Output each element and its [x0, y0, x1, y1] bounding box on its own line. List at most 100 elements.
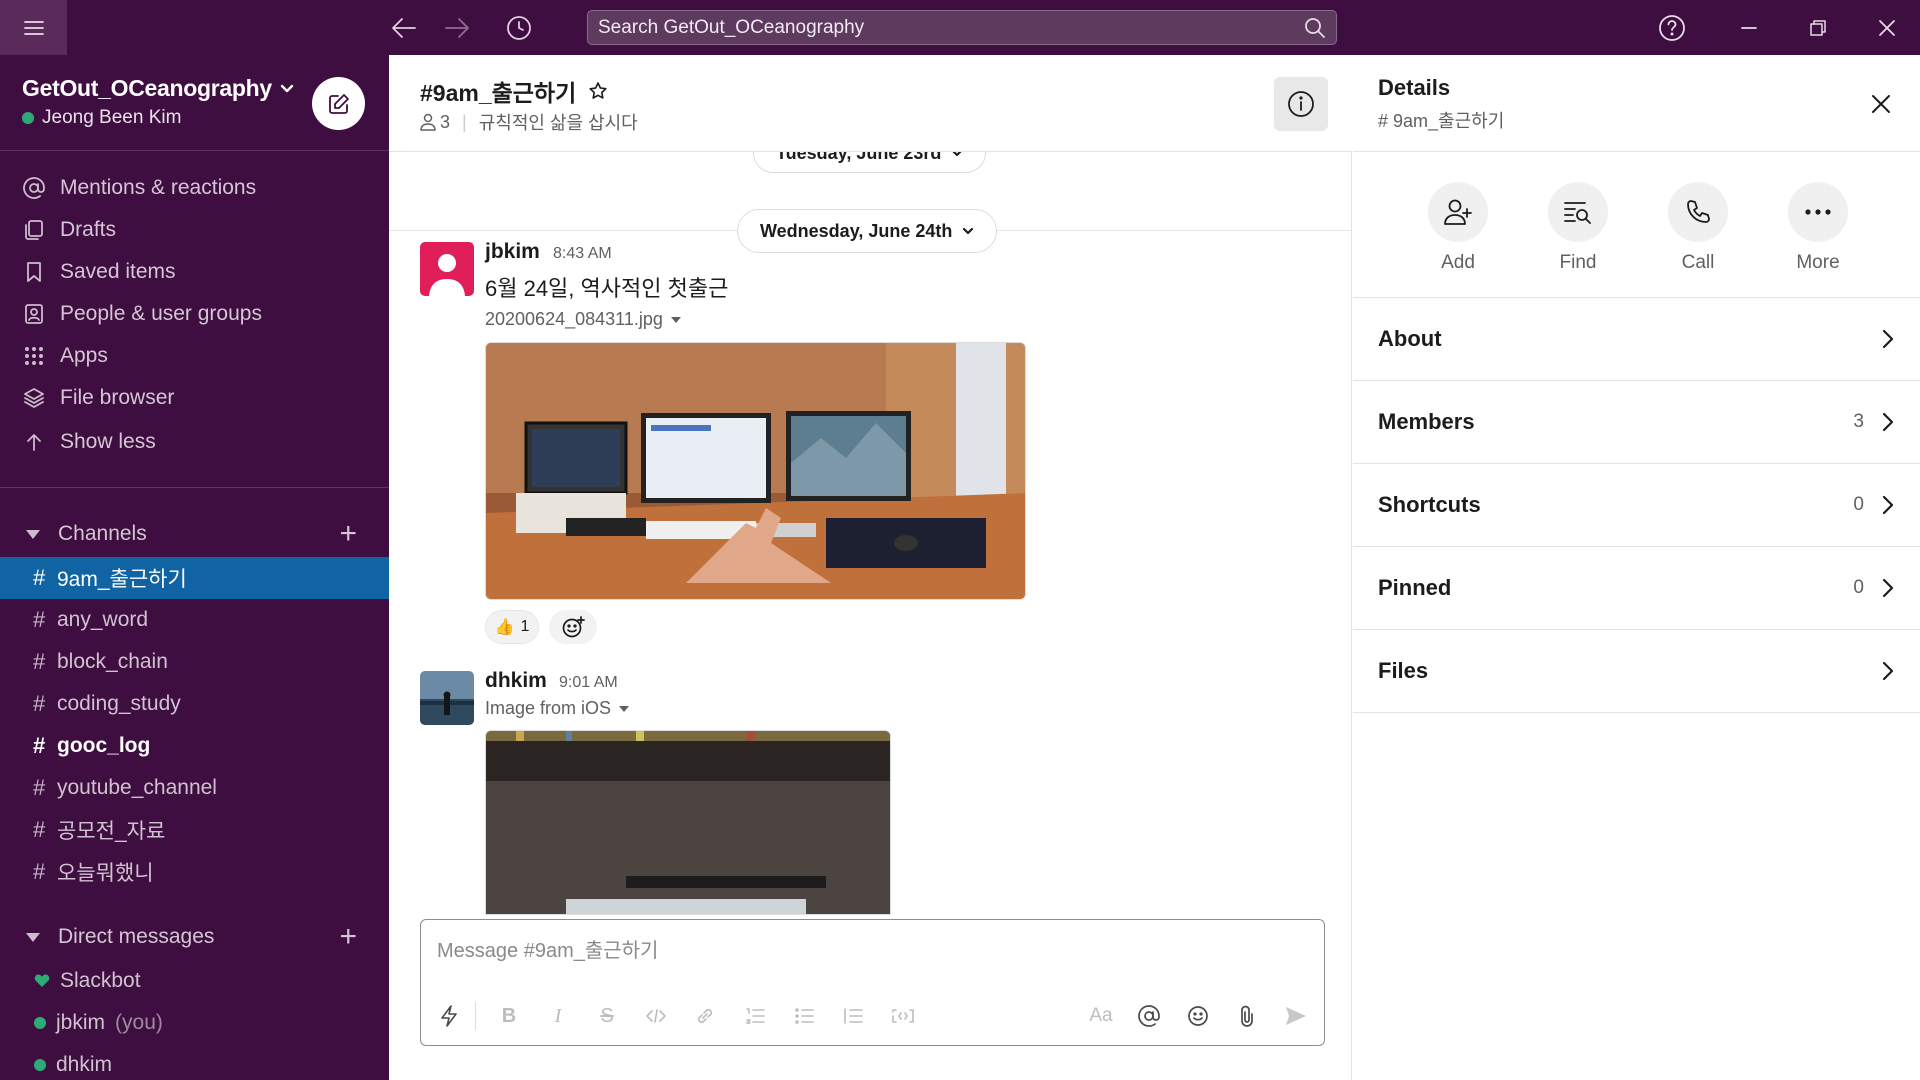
chevron-down-icon: [280, 84, 294, 94]
formatting-toggle-button[interactable]: Aa: [1085, 1000, 1117, 1032]
details-row-shortcuts[interactable]: Shortcuts 0: [1353, 464, 1920, 547]
nav-people-user-groups[interactable]: People & user groups: [0, 293, 389, 335]
channels-section-header[interactable]: Channels +: [0, 514, 389, 554]
nav-file-browser[interactable]: File browser: [0, 377, 389, 419]
italic-button[interactable]: I: [542, 1000, 574, 1032]
add-reaction-button[interactable]: [549, 610, 597, 644]
nav-saved-items[interactable]: Saved items: [0, 251, 389, 293]
forward-button[interactable]: [440, 11, 474, 45]
reaction-thumbsup[interactable]: 👍 1: [485, 610, 539, 644]
close-details-button[interactable]: [1861, 84, 1901, 124]
nav-apps[interactable]: Apps: [0, 335, 389, 377]
members-count-button[interactable]: 3: [420, 112, 450, 133]
chevron-down-icon: [962, 227, 974, 235]
channel-item-youtube-channel[interactable]: # youtube_channel: [0, 767, 389, 809]
message-timestamp[interactable]: 9:01 AM: [559, 674, 618, 692]
dm-name: dhkim: [56, 1053, 113, 1076]
link-button[interactable]: [689, 1000, 721, 1032]
bullet-list-button[interactable]: [788, 1000, 820, 1032]
message-author[interactable]: dhkim: [485, 669, 547, 693]
message-timestamp[interactable]: 8:43 AM: [553, 245, 612, 263]
file-name-toggle[interactable]: 20200624_084311.jpg: [485, 309, 681, 330]
file-name-toggle[interactable]: Image from iOS: [485, 698, 630, 719]
dm-list: Slackbot jbkim (you) dhkim: [0, 960, 389, 1080]
find-button[interactable]: Find: [1538, 182, 1618, 274]
search-placeholder: Search GetOut_OCeanography: [598, 16, 865, 38]
smiley-icon: [1187, 1005, 1209, 1027]
minimize-button[interactable]: [1732, 11, 1766, 45]
nav-label: Drafts: [60, 218, 117, 241]
code-button[interactable]: [640, 1000, 672, 1032]
channel-item-any-word[interactable]: # any_word: [0, 599, 389, 641]
arrow-up-icon: [22, 430, 46, 454]
details-actions: Add Find Call More: [1353, 152, 1920, 298]
message-input[interactable]: [437, 936, 1297, 966]
restore-button[interactable]: [1801, 11, 1835, 45]
channel-item-contest[interactable]: # 공모전_자료: [0, 809, 389, 851]
details-row-about[interactable]: About: [1353, 298, 1920, 381]
details-row-members[interactable]: Members 3: [1353, 381, 1920, 464]
add-channel-button[interactable]: +: [339, 519, 357, 549]
channel-name: 공모전_자료: [57, 820, 166, 843]
search-icon: [1304, 17, 1326, 39]
details-row-pinned[interactable]: Pinned 0: [1353, 547, 1920, 630]
nav-label: File browser: [60, 386, 175, 409]
channel-item-9am[interactable]: # 9am_출근하기: [0, 557, 389, 599]
channel-item-block-chain[interactable]: # block_chain: [0, 641, 389, 683]
file-name: Image from iOS: [485, 698, 612, 718]
emoji-button[interactable]: [1182, 1000, 1214, 1032]
add-member-button[interactable]: Add: [1418, 182, 1498, 274]
search-bar[interactable]: Search GetOut_OCeanography: [587, 10, 1337, 45]
current-user[interactable]: Jeong Been Kim: [22, 107, 181, 129]
image-attachment-desk[interactable]: [485, 342, 1026, 600]
date-divider-current[interactable]: Wednesday, June 24th: [737, 209, 998, 253]
call-button[interactable]: Call: [1658, 182, 1738, 274]
workspace-menu-button[interactable]: GetOut_OCeanography: [22, 75, 294, 102]
channel-item-coding-study[interactable]: # coding_study: [0, 683, 389, 725]
channel-title-button[interactable]: #9am_출근하기: [420, 74, 608, 108]
message-author[interactable]: jbkim: [485, 240, 540, 264]
row-label: About: [1378, 326, 1442, 351]
star-icon[interactable]: [588, 81, 608, 101]
channel-item-today[interactable]: # 오늘뭐했니: [0, 851, 389, 893]
avatar[interactable]: [420, 671, 474, 725]
send-button[interactable]: [1280, 1000, 1312, 1032]
add-dm-button[interactable]: +: [339, 922, 357, 952]
close-window-button[interactable]: [1870, 11, 1904, 45]
nav-mentions-reactions[interactable]: Mentions & reactions: [0, 167, 389, 209]
more-button[interactable]: More: [1778, 182, 1858, 274]
code-block-button[interactable]: [887, 1000, 919, 1032]
avatar[interactable]: [420, 242, 474, 296]
history-button[interactable]: [502, 11, 536, 45]
bold-button[interactable]: B: [493, 1000, 525, 1032]
bookmark-icon: [22, 260, 46, 284]
details-row-files[interactable]: Files: [1353, 630, 1920, 713]
nav-drafts[interactable]: Drafts: [0, 209, 389, 251]
nav-label: Saved items: [60, 260, 176, 283]
message-composer: B I S Aa: [420, 919, 1325, 1046]
hamburger-menu-button[interactable]: [0, 0, 67, 55]
dm-item-slackbot[interactable]: Slackbot: [0, 960, 389, 1002]
dm-item-dhkim[interactable]: dhkim: [0, 1044, 389, 1080]
nav-show-less[interactable]: Show less: [0, 421, 389, 463]
back-button[interactable]: [387, 11, 421, 45]
attach-button[interactable]: [1231, 1000, 1263, 1032]
compose-button[interactable]: [312, 77, 365, 130]
channel-item-gooc-log[interactable]: # gooc_log: [0, 725, 389, 767]
strikethrough-button[interactable]: S: [591, 1000, 623, 1032]
caret-down-icon: [670, 316, 681, 323]
row-count: 0: [1853, 577, 1864, 598]
chevron-right-icon: [1882, 495, 1894, 515]
sidebar-divider: [0, 487, 389, 488]
channels-section-title: Channels: [58, 522, 147, 545]
help-button[interactable]: [1655, 11, 1689, 45]
ordered-list-button[interactable]: [739, 1000, 771, 1032]
blockquote-button[interactable]: [837, 1000, 869, 1032]
mention-button[interactable]: [1133, 1000, 1165, 1032]
channel-topic[interactable]: 규칙적인 삶을 삽시다: [479, 109, 638, 135]
channel-details-button[interactable]: [1274, 77, 1328, 131]
shortcuts-button[interactable]: [433, 1000, 465, 1032]
dm-section-header[interactable]: Direct messages +: [0, 917, 389, 957]
dm-item-jbkim[interactable]: jbkim (you): [0, 1002, 389, 1044]
image-attachment-ios[interactable]: [485, 730, 891, 915]
